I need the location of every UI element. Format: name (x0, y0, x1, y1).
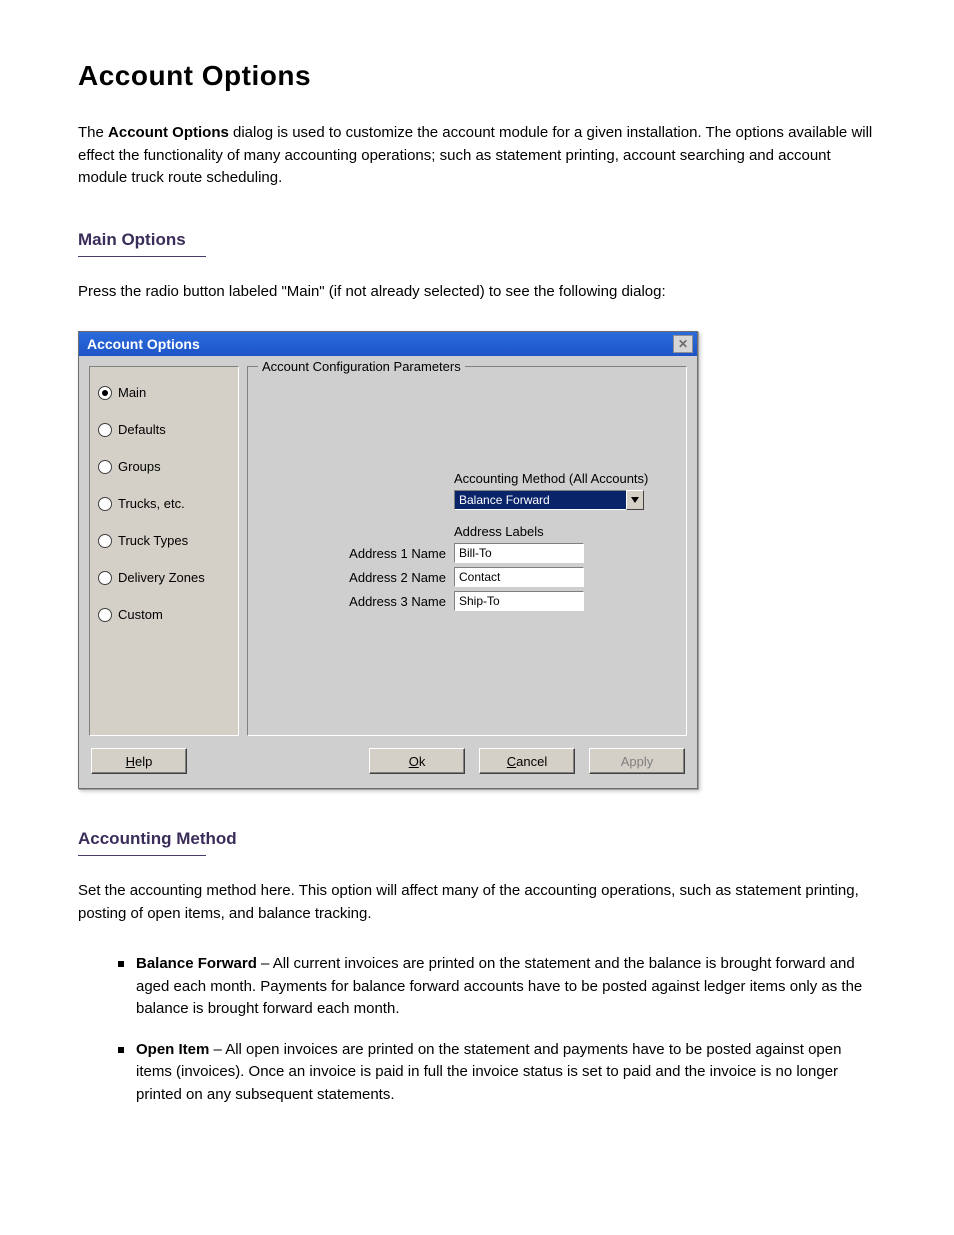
address3-input[interactable] (454, 591, 584, 611)
bullet-rest: – All open invoices are printed on the s… (136, 1041, 841, 1103)
ok-button[interactable]: Ok (369, 748, 465, 774)
bullet-strong: Open Item (136, 1041, 209, 1058)
btn-mnemonic: C (507, 754, 516, 769)
intro-paragraph: The Account Options dialog is used to cu… (78, 122, 876, 190)
list-item: Open Item – All open invoices are printe… (118, 1039, 876, 1107)
radio-label: Defaults (118, 422, 166, 437)
address1-input[interactable] (454, 543, 584, 563)
bullet-icon (118, 961, 124, 967)
radio-trucks-etc[interactable]: Trucks, etc. (98, 496, 230, 511)
radio-label: Delivery Zones (118, 570, 205, 585)
page-title: Account Options (78, 60, 876, 92)
radio-custom[interactable]: Custom (98, 607, 230, 622)
btn-post: ancel (516, 754, 547, 769)
address2-input[interactable] (454, 567, 584, 587)
intro-strong: Account Options (108, 124, 229, 141)
side-panel: Main Defaults Groups Trucks, etc. Truck … (89, 366, 239, 736)
section-heading-main: Main Options (78, 230, 876, 250)
bullet-strong: Balance Forward (136, 955, 257, 972)
radio-truck-types[interactable]: Truck Types (98, 533, 230, 548)
radio-label: Trucks, etc. (118, 496, 185, 511)
accounting-method-value: Balance Forward (454, 490, 626, 510)
section-underline (78, 256, 206, 257)
close-button[interactable]: ✕ (673, 335, 693, 353)
radio-label: Groups (118, 459, 161, 474)
radio-delivery-zones[interactable]: Delivery Zones (98, 570, 230, 585)
radio-groups[interactable]: Groups (98, 459, 230, 474)
btn-mnemonic: O (409, 754, 419, 769)
address1-label: Address 1 Name (318, 546, 446, 561)
titlebar: Account Options ✕ (79, 332, 697, 356)
radio-icon (98, 497, 112, 511)
address3-label: Address 3 Name (318, 594, 446, 609)
intro-prefix: The (78, 124, 108, 141)
btn-mnemonic: H (126, 754, 135, 769)
groupbox-parameters: Account Configuration Parameters Account… (247, 366, 687, 736)
dialog-button-row: Help Ok Cancel Apply (79, 740, 697, 788)
bullet-icon (118, 1047, 124, 1053)
apply-button[interactable]: Apply (589, 748, 685, 774)
dialog-title: Account Options (87, 336, 200, 352)
radio-icon (98, 386, 112, 400)
radio-label: Custom (118, 607, 163, 622)
radio-icon (98, 571, 112, 585)
section-body-main: Press the radio button labeled "Main" (i… (78, 281, 876, 304)
bullet-list: Balance Forward – All current invoices a… (118, 953, 876, 1106)
help-button[interactable]: Help (91, 748, 187, 774)
radio-label: Truck Types (118, 533, 188, 548)
list-item: Balance Forward – All current invoices a… (118, 953, 876, 1021)
close-icon: ✕ (678, 338, 688, 350)
radio-defaults[interactable]: Defaults (98, 422, 230, 437)
address2-label: Address 2 Name (318, 570, 446, 585)
accounting-method-label: Accounting Method (All Accounts) (454, 471, 662, 486)
btn-post: elp (135, 754, 152, 769)
accounting-method-select[interactable]: Balance Forward (454, 490, 644, 510)
radio-icon (98, 423, 112, 437)
radio-icon (98, 534, 112, 548)
section-underline (78, 855, 206, 856)
btn-post: k (419, 754, 426, 769)
radio-icon (98, 608, 112, 622)
section-heading-accounting-method: Accounting Method (78, 829, 876, 849)
radio-label: Main (118, 385, 146, 400)
section-body-accounting-method: Set the accounting method here. This opt… (78, 880, 876, 925)
address-labels-heading: Address Labels (454, 524, 662, 539)
radio-main[interactable]: Main (98, 385, 230, 400)
cancel-button[interactable]: Cancel (479, 748, 575, 774)
radio-icon (98, 460, 112, 474)
dropdown-button[interactable] (626, 490, 644, 510)
chevron-down-icon (631, 497, 639, 503)
groupbox-legend: Account Configuration Parameters (258, 359, 465, 374)
account-options-dialog: Account Options ✕ Main Defaults Groups (78, 331, 698, 789)
